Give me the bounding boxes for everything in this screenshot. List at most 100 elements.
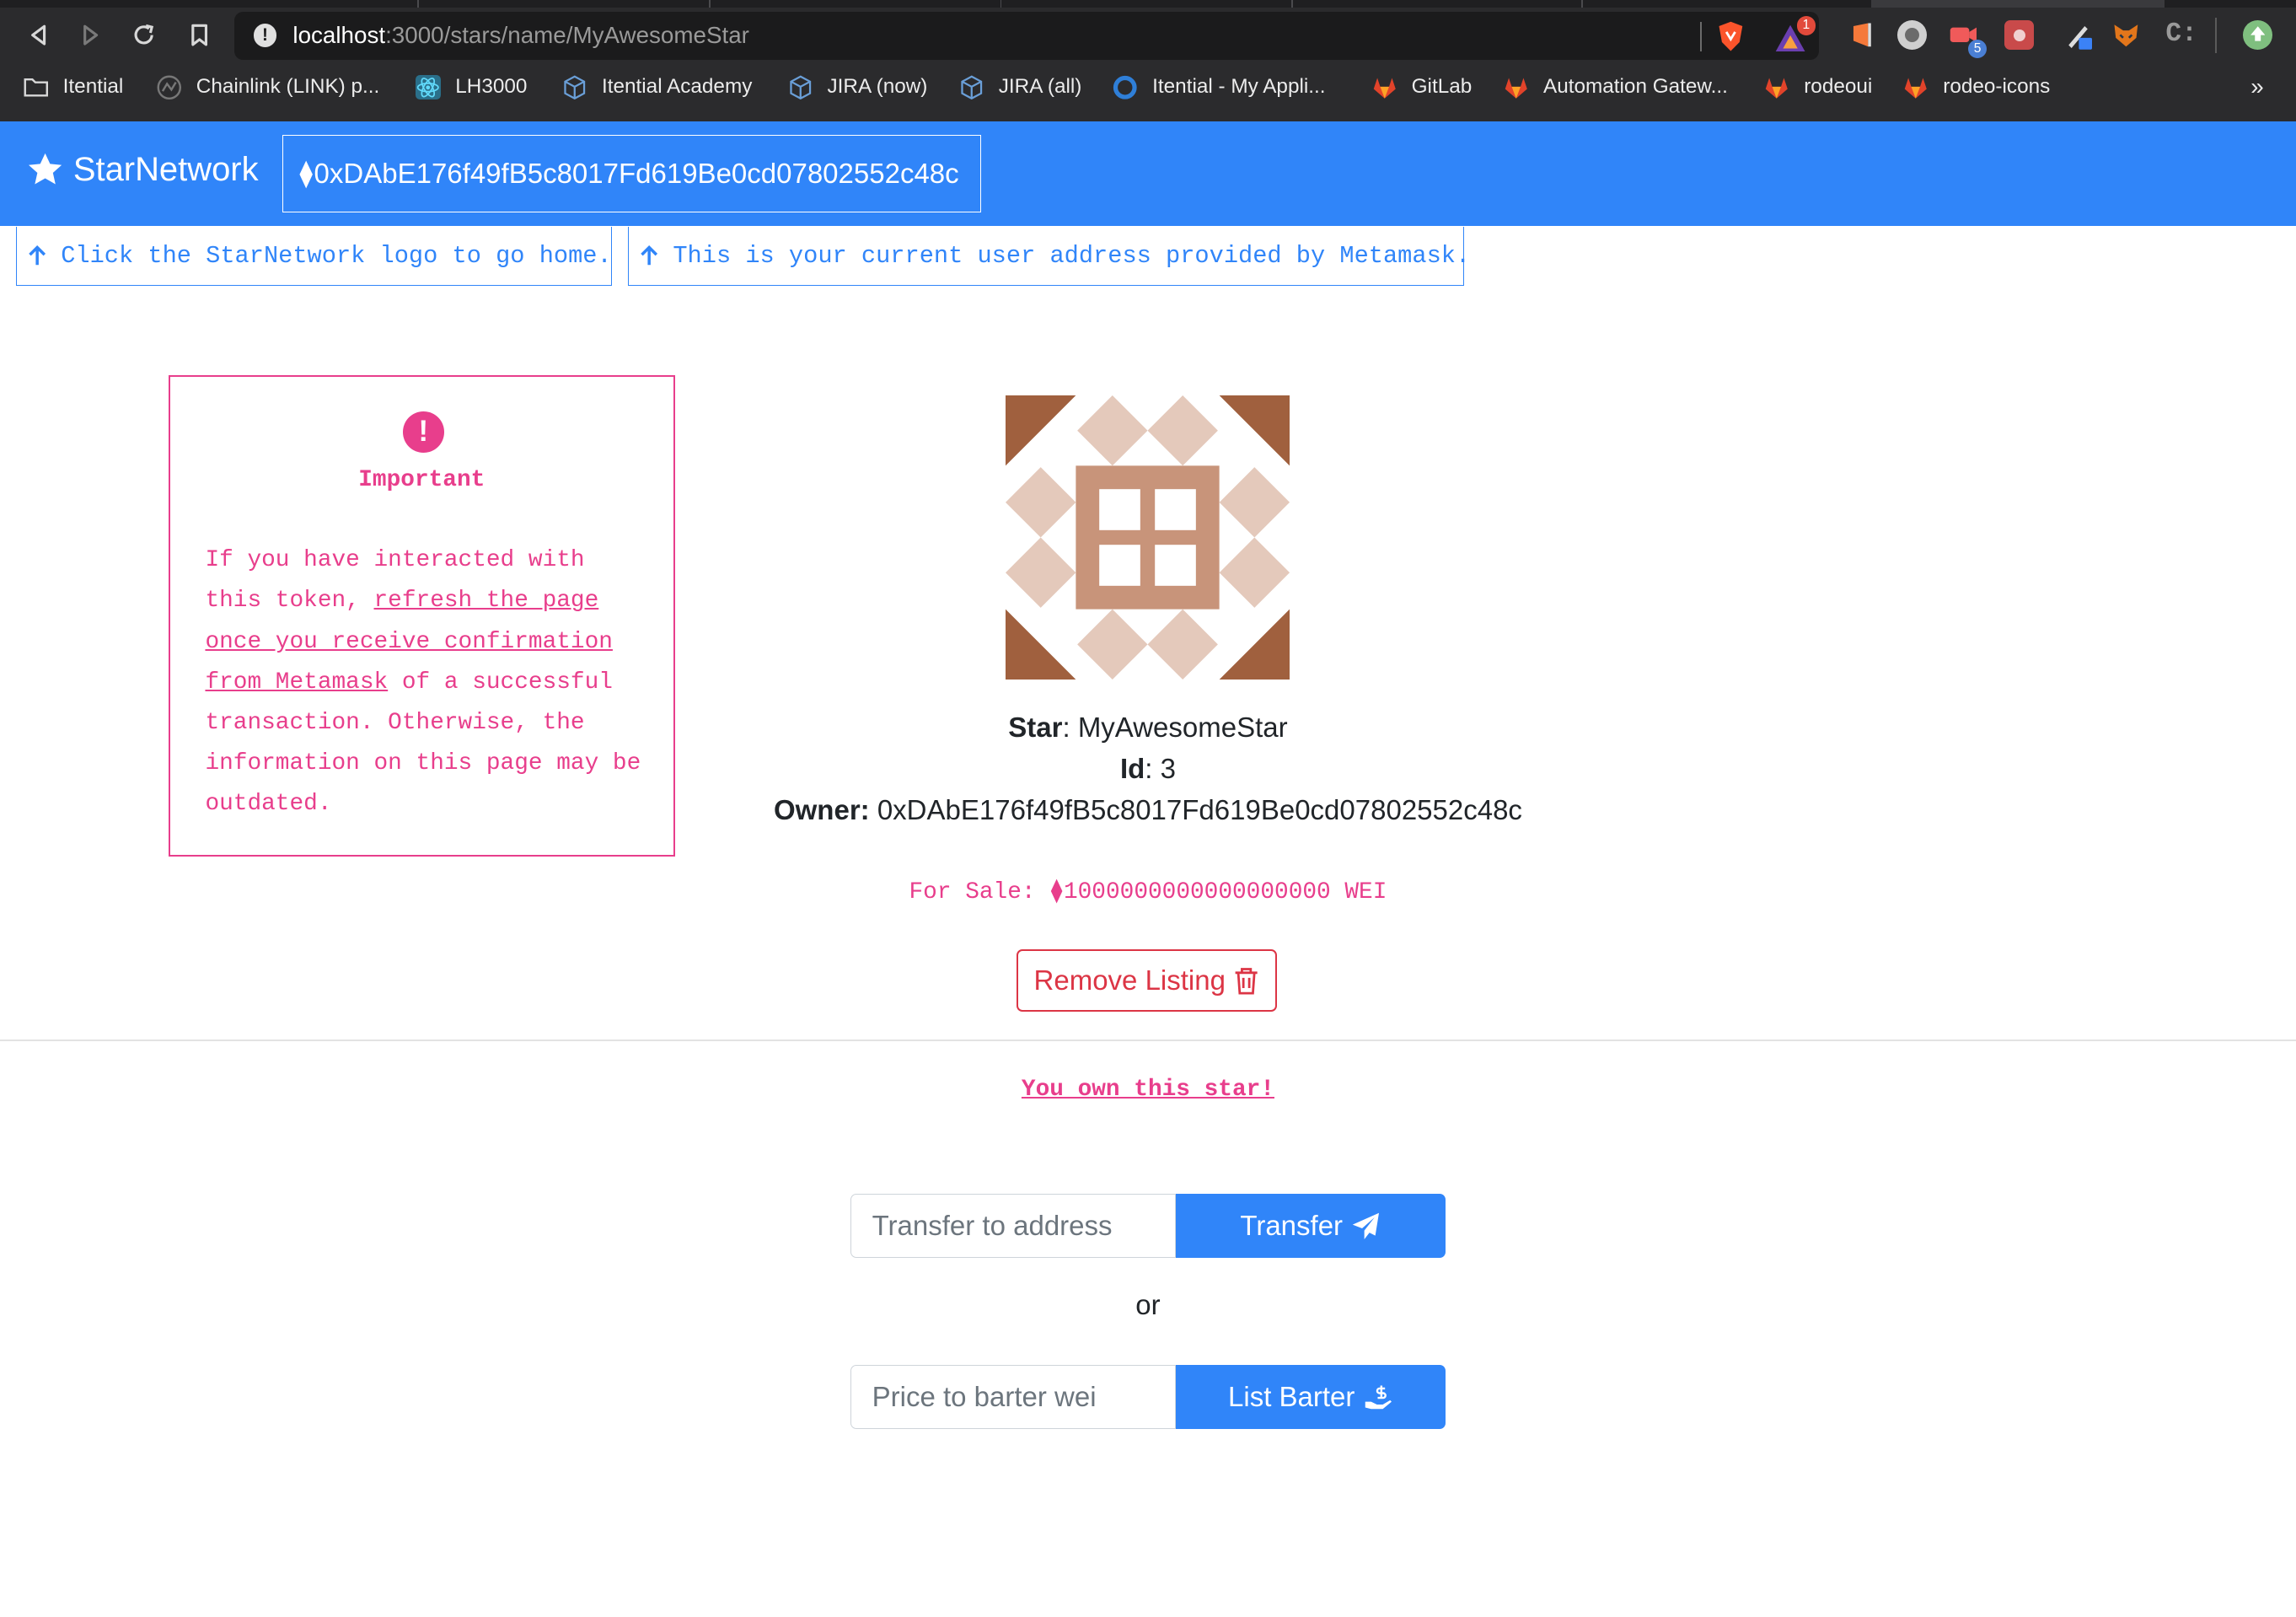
metamask-fox-icon[interactable] xyxy=(2111,20,2141,50)
trash-icon xyxy=(1235,967,1258,995)
arrow-up-icon xyxy=(641,245,658,266)
app-navbar: StarNetwork ⧫ 0xDAbE176f49fB5c8017Fd619B… xyxy=(0,121,2296,226)
brand-logo-link[interactable]: StarNetwork xyxy=(26,151,259,189)
transfer-label: Transfer xyxy=(1240,1210,1344,1242)
art-corner xyxy=(1006,609,1076,680)
reload-icon[interactable] xyxy=(126,18,161,53)
react-icon xyxy=(416,74,441,100)
folder-icon xyxy=(24,75,49,100)
gitlab-icon xyxy=(1764,75,1789,100)
forward-icon[interactable] xyxy=(73,18,109,53)
brave-shield-icon[interactable] xyxy=(1716,20,1746,52)
art-window xyxy=(1155,545,1197,586)
rewards-badge: 1 xyxy=(1796,16,1816,35)
ownership-notice: You own this star! xyxy=(1021,1076,1274,1103)
art-corner xyxy=(1220,609,1290,680)
star-label: Star xyxy=(1008,712,1063,744)
bookmark-icon[interactable] xyxy=(181,18,217,53)
extension-c-icon[interactable]: C: xyxy=(2165,19,2197,50)
bookmark-chainlink[interactable]: Chainlink (LINK) p... xyxy=(157,75,379,100)
barter-price-input[interactable] xyxy=(850,1365,1176,1430)
transfer-address-input[interactable] xyxy=(850,1193,1176,1259)
bookmarks-overflow-button[interactable]: » xyxy=(2250,73,2263,100)
transfer-button[interactable]: Transfer xyxy=(1175,1193,1446,1259)
barter-form: List Barter xyxy=(850,1365,1446,1430)
extension-paw-icon[interactable] xyxy=(2004,20,2034,51)
for-sale-price: For Sale: ⧫1000000000000000000 WEI xyxy=(909,878,1387,905)
bookmark-itential-my-app[interactable]: Itential - My Appli... xyxy=(1113,75,1326,100)
bookmark-itential-academy[interactable]: Itential Academy xyxy=(562,75,752,100)
owner-label: Owner: xyxy=(773,793,870,825)
remove-listing-button[interactable]: Remove Listing xyxy=(1016,948,1277,1013)
star-icon xyxy=(29,153,62,185)
bookmark-automation-gateway[interactable]: Automation Gatew... xyxy=(1504,75,1728,100)
bookmark-rodeo-icons[interactable]: rodeo-icons xyxy=(1903,75,2050,100)
bookmark-jira-now[interactable]: JIRA (now) xyxy=(788,75,927,100)
url-text[interactable]: localhost:3000/stars/name/MyAwesomeStar xyxy=(292,22,749,49)
star-identicon xyxy=(1006,395,1290,680)
cube-icon xyxy=(788,75,813,100)
brand-name[interactable]: StarNetwork xyxy=(73,151,259,189)
bookmark-itential[interactable]: Itential xyxy=(24,75,123,100)
art-diamond xyxy=(1147,609,1219,680)
or-separator: or xyxy=(1135,1288,1161,1320)
address-bar[interactable]: ! localhost:3000/stars/name/MyAwesomeSta… xyxy=(233,11,1819,61)
art-corner xyxy=(1220,395,1290,466)
arrow-up-icon xyxy=(29,245,46,266)
video-badge: 5 xyxy=(1967,39,1988,59)
owner-address: 0xDAbE176f49fB5c8017Fd619Be0cd07802552c4… xyxy=(869,793,1522,825)
back-icon[interactable] xyxy=(20,18,56,53)
bookmark-gitlab[interactable]: GitLab xyxy=(1372,75,1472,100)
star-id: : 3 xyxy=(1145,752,1176,784)
art-diamond xyxy=(1220,467,1290,538)
art-diamond xyxy=(1006,467,1076,538)
browser-chrome: ! localhost:3000/stars/name/MyAwesomeSta… xyxy=(0,0,2296,122)
art-window xyxy=(1155,489,1197,530)
exclamation-icon: ! xyxy=(402,411,444,454)
url-divider xyxy=(1699,22,1702,51)
bookmarks-bar: Itential Chainlink (LINK) p... LH3000 It… xyxy=(0,69,2296,110)
extension-flag-icon[interactable] xyxy=(1848,20,1877,50)
art-diamond xyxy=(1077,395,1148,466)
list-barter-button[interactable]: List Barter xyxy=(1175,1365,1446,1430)
cube-icon xyxy=(562,75,587,100)
star-name: : MyAwesomeStar xyxy=(1062,712,1288,744)
home-hint-text: Click the StarNetwork logo to go home. xyxy=(61,242,612,270)
cube-icon xyxy=(959,75,984,100)
paper-plane-icon xyxy=(1353,1212,1380,1239)
toolbar-divider xyxy=(2215,17,2218,53)
important-title: Important xyxy=(358,467,485,494)
extension-pen-icon[interactable] xyxy=(2064,20,2094,51)
star-id-line: Id: 3 xyxy=(0,753,2296,785)
art-diamond xyxy=(1077,609,1148,680)
art-center xyxy=(1076,465,1220,610)
hand-holding-usd-icon xyxy=(1365,1385,1392,1410)
tab-strip[interactable] xyxy=(0,0,2296,8)
list-barter-label: List Barter xyxy=(1228,1381,1355,1413)
ethereum-icon: ⧫ xyxy=(299,158,313,188)
transfer-form: Transfer xyxy=(850,1193,1446,1259)
star-name-line: Star: MyAwesomeStar xyxy=(0,712,2296,744)
gitlab-icon xyxy=(1372,75,1397,100)
gitlab-icon xyxy=(1903,75,1929,100)
user-address-text: 0xDAbE176f49fB5c8017Fd619Be0cd07802552c4… xyxy=(314,157,959,189)
art-window xyxy=(1099,489,1141,530)
star-owner-line: Owner: 0xDAbE176f49fB5c8017Fd619Be0cd078… xyxy=(0,794,2296,826)
bookmark-jira-all[interactable]: JIRA (all) xyxy=(959,75,1081,100)
section-divider xyxy=(0,1040,2296,1042)
art-diamond xyxy=(1220,537,1290,608)
id-label: Id xyxy=(1119,752,1145,784)
bookmark-rodeoui[interactable]: rodeoui xyxy=(1764,75,1872,100)
remove-listing-label: Remove Listing xyxy=(1033,964,1226,997)
profile-avatar-icon[interactable] xyxy=(2243,20,2273,51)
art-corner xyxy=(1006,395,1076,466)
address-hint: This is your current user address provid… xyxy=(628,227,1470,286)
site-info-icon[interactable]: ! xyxy=(253,23,277,47)
art-diamond xyxy=(1006,537,1076,608)
address-hint-text: This is your current user address provid… xyxy=(673,242,1471,270)
extension-circle-icon[interactable] xyxy=(1897,20,1928,51)
art-window xyxy=(1099,545,1141,586)
home-hint: Click the StarNetwork logo to go home. xyxy=(16,227,613,286)
gitlab-icon xyxy=(1504,75,1529,100)
bookmark-lh3000[interactable]: LH3000 xyxy=(416,74,527,100)
